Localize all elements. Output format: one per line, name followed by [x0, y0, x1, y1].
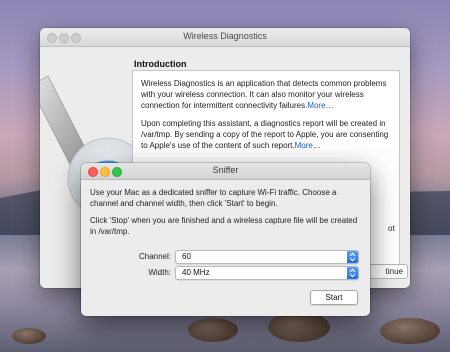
window-title: Wireless Diagnostics: [183, 31, 267, 41]
channel-value: 60: [182, 252, 191, 261]
wallpaper-rock: [380, 318, 440, 344]
more-link[interactable]: More…: [295, 141, 321, 150]
width-select[interactable]: 40 MHz: [175, 266, 359, 280]
start-button[interactable]: Start: [310, 290, 358, 305]
dialog-title: Sniffer: [212, 165, 239, 175]
width-label: Width:: [148, 268, 171, 277]
instruction-text-1: Use your Mac as a dedicated sniffer to c…: [90, 188, 337, 208]
intro-paragraph-2: Upon completing this assistant, a diagno…: [141, 119, 389, 150]
partial-hidden-text: ot: [388, 224, 395, 233]
dialog-titlebar[interactable]: Sniffer: [81, 163, 370, 180]
channel-label: Channel:: [138, 252, 171, 261]
channel-select[interactable]: 60: [175, 250, 359, 264]
introduction-text: Wireless Diagnostics is an application t…: [141, 78, 393, 158]
width-value: 40 MHz: [182, 268, 210, 277]
window-titlebar[interactable]: Wireless Diagnostics: [40, 28, 410, 47]
wallpaper-rock: [268, 312, 330, 342]
dialog-instructions: Use your Mac as a dedicated sniffer to c…: [90, 187, 362, 243]
wallpaper-rock: [188, 318, 238, 342]
updown-chevron-icon: [347, 267, 358, 279]
updown-chevron-icon: [347, 251, 358, 263]
wallpaper-rock: [12, 328, 46, 344]
section-title: Introduction: [134, 59, 187, 69]
more-link[interactable]: More…: [307, 101, 333, 110]
intro-paragraph-1: Wireless Diagnostics is an application t…: [141, 79, 387, 110]
instruction-text-2: Click 'Stop' when you are finished and a…: [90, 216, 358, 236]
